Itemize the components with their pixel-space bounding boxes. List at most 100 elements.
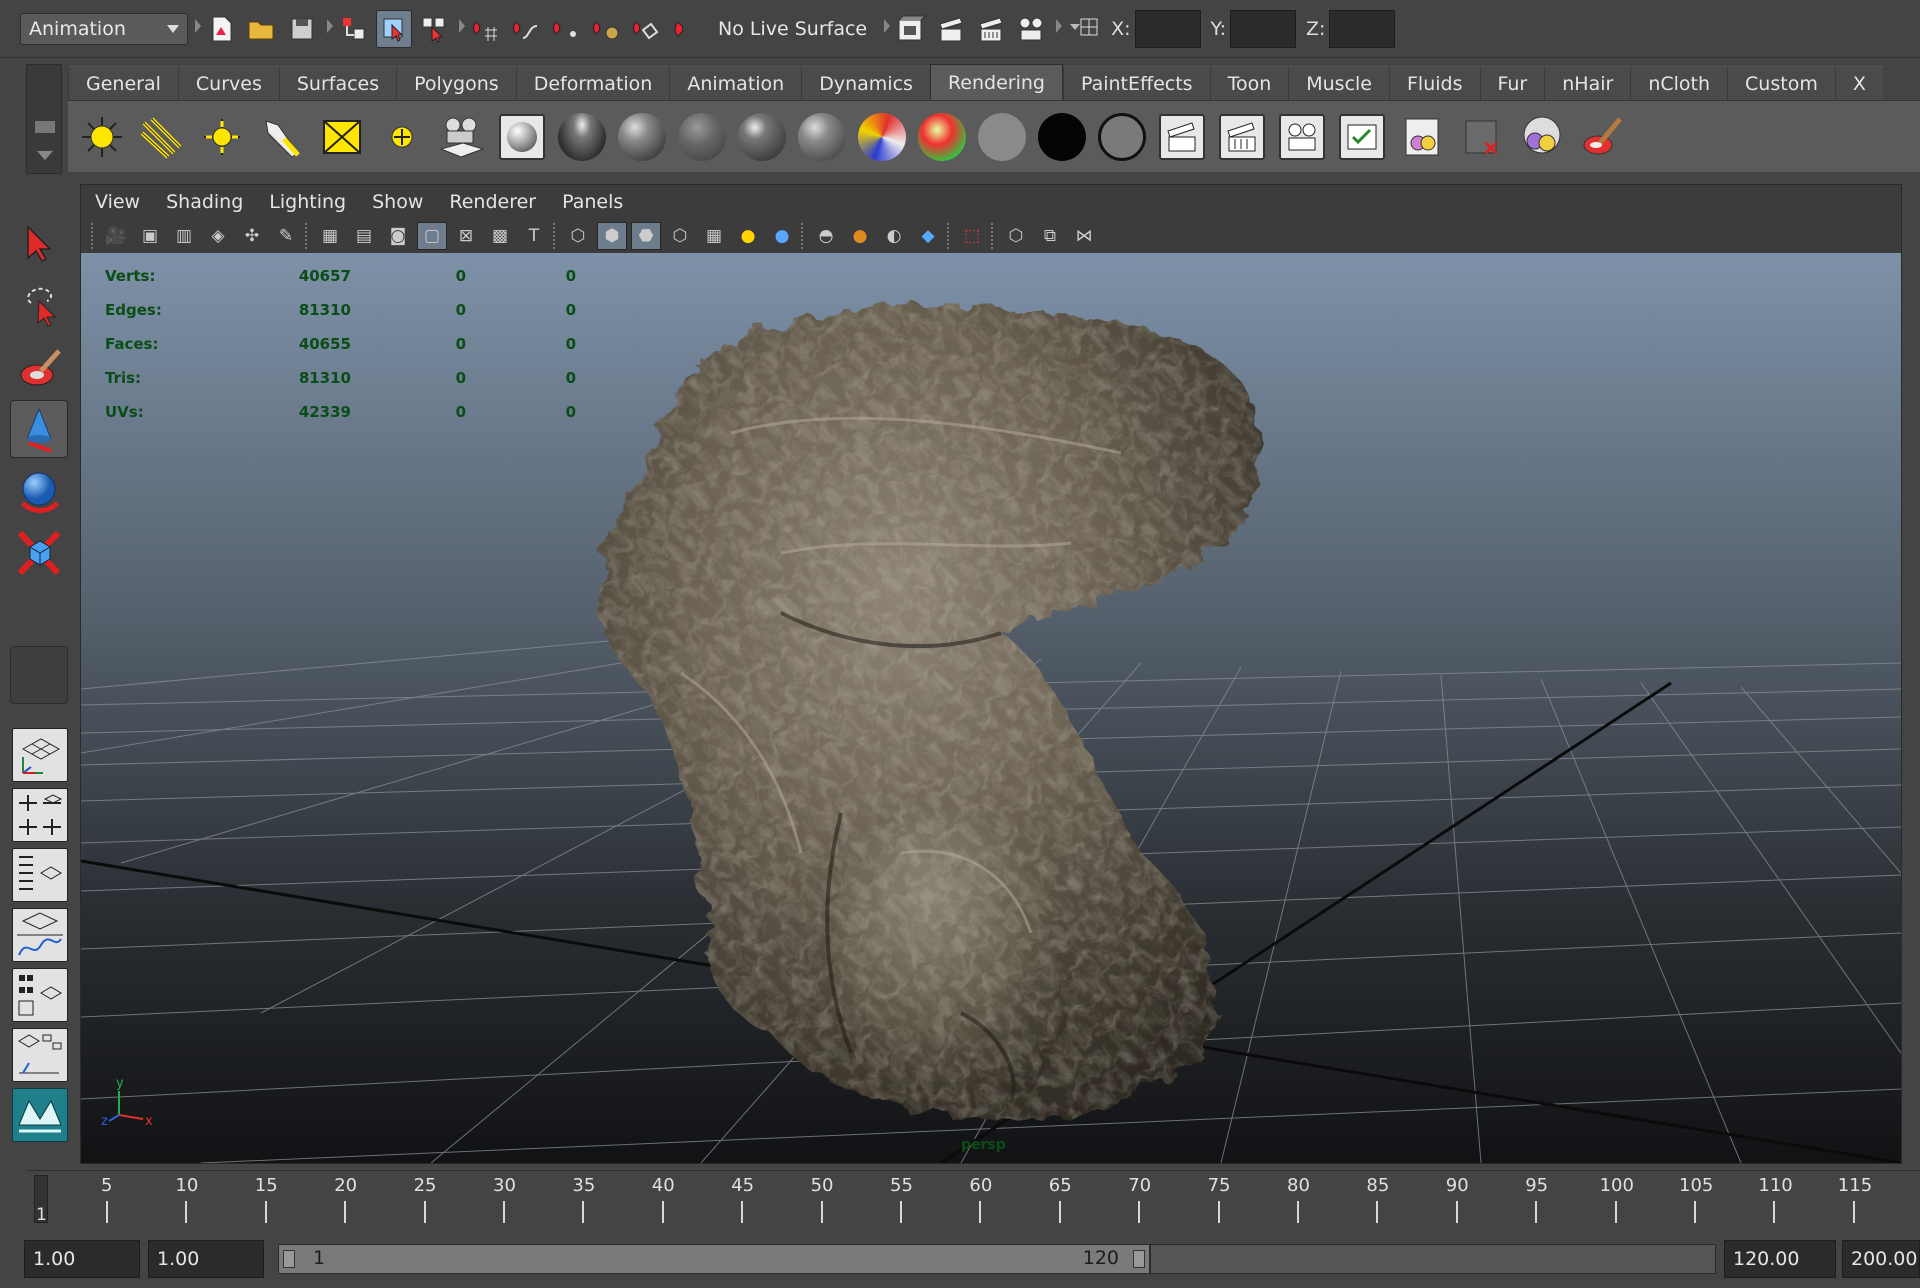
snap-to-view-plane-icon[interactable]: [588, 10, 624, 48]
snap-to-curve-icon[interactable]: [508, 10, 544, 48]
batch-render-icon[interactable]: [1274, 107, 1330, 167]
isolate-select-icon[interactable]: ⬚: [957, 222, 987, 250]
gate-mask-icon[interactable]: ▢: [417, 222, 447, 250]
blinn-shader-icon[interactable]: [614, 107, 670, 167]
time-slider[interactable]: 1 5 10 15 20 25 30 35 40 45 50 55 60 65 70 75 80 85 90 95 1…: [26, 1170, 1920, 1226]
input-line-mode-icon[interactable]: [1065, 10, 1101, 48]
use-all-lights-icon[interactable]: ●: [767, 222, 797, 250]
z-input[interactable]: [1329, 9, 1396, 48]
ambient-light-icon[interactable]: [74, 107, 130, 167]
break-light-links-icon[interactable]: [1454, 107, 1510, 167]
render-settings-icon[interactable]: [1013, 10, 1049, 48]
tab-deformation[interactable]: Deformation: [515, 66, 670, 100]
render-history-icon[interactable]: [893, 10, 929, 48]
ipr-render-icon[interactable]: [973, 10, 1009, 48]
move-tool[interactable]: [10, 400, 68, 458]
ambient-occlusion-icon[interactable]: ◐: [879, 222, 909, 250]
collapse-toggle[interactable]: [456, 9, 465, 49]
shading-map-icon[interactable]: [1094, 107, 1150, 167]
use-default-light-icon[interactable]: ●: [733, 222, 763, 250]
textured-icon[interactable]: ▦: [699, 222, 729, 250]
light-linking-icon[interactable]: [1394, 107, 1450, 167]
menu-renderer[interactable]: Renderer: [449, 191, 536, 213]
save-scene-icon[interactable]: [284, 10, 320, 48]
snap-to-point-icon[interactable]: [548, 10, 584, 48]
tab-animation[interactable]: Animation: [669, 66, 802, 100]
xray-icon[interactable]: ⬡: [665, 222, 695, 250]
layered-shader-icon[interactable]: [854, 107, 910, 167]
phong-e-shader-icon[interactable]: [794, 107, 850, 167]
tab-toon[interactable]: Toon: [1209, 66, 1289, 100]
last-tool-used[interactable]: [10, 646, 68, 704]
tab-rendering[interactable]: Rendering: [929, 64, 1063, 100]
select-tool[interactable]: [10, 214, 68, 272]
menu-shading[interactable]: Shading: [166, 191, 243, 213]
rotate-tool[interactable]: [10, 462, 68, 520]
surface-shader-icon[interactable]: [974, 107, 1030, 167]
select-by-object-icon[interactable]: [376, 9, 412, 48]
select-by-component-icon[interactable]: [416, 10, 452, 48]
anti-alias-icon[interactable]: ◆: [913, 222, 943, 250]
collapse-toggle[interactable]: [324, 9, 333, 49]
range-slider[interactable]: 1 120: [278, 1244, 1150, 1274]
spot-light-icon[interactable]: [254, 107, 310, 167]
layout-graph-perspective-icon[interactable]: [12, 908, 68, 962]
safe-title-icon[interactable]: T: [519, 222, 549, 250]
menu-lighting[interactable]: Lighting: [269, 191, 346, 213]
tab-dynamics[interactable]: Dynamics: [801, 66, 930, 100]
paint-vertex-color-icon[interactable]: [1574, 107, 1630, 167]
new-scene-icon[interactable]: [204, 10, 240, 48]
bookmarks-icon[interactable]: ▥: [169, 222, 199, 250]
hypershade-shaders-icon[interactable]: [1514, 107, 1570, 167]
xray-active-components-icon[interactable]: ⧉: [1035, 222, 1065, 250]
range-slider-track[interactable]: [1150, 1244, 1716, 1274]
tab-fluids[interactable]: Fluids: [1389, 66, 1480, 100]
y-input[interactable]: [1230, 9, 1297, 48]
tab-x[interactable]: X: [1834, 66, 1883, 100]
animation-start-field[interactable]: 1.00: [24, 1240, 140, 1278]
use-background-shader-icon[interactable]: [1034, 107, 1090, 167]
range-start-handle[interactable]: [283, 1250, 295, 1268]
playback-start-field[interactable]: 1.00: [148, 1240, 264, 1278]
tab-curves[interactable]: Curves: [177, 66, 279, 100]
render-current-icon[interactable]: [1214, 107, 1270, 167]
select-by-hierarchy-icon[interactable]: [336, 10, 372, 48]
shelf-options[interactable]: [26, 64, 62, 174]
render-view-icon[interactable]: [1154, 107, 1210, 167]
two-d-pan-zoom-icon[interactable]: ✣: [237, 222, 267, 250]
image-plane-icon[interactable]: ◈: [203, 222, 233, 250]
layout-four-view-icon[interactable]: [12, 788, 68, 842]
x-input[interactable]: [1134, 9, 1201, 48]
tab-surfaces[interactable]: Surfaces: [278, 66, 397, 100]
range-end-handle[interactable]: [1133, 1250, 1145, 1268]
tab-muscle[interactable]: Muscle: [1288, 66, 1389, 100]
area-light-icon[interactable]: [314, 107, 370, 167]
layout-hypergraph-perspective-icon[interactable]: [12, 1028, 68, 1082]
playback-end-field[interactable]: 120.00: [1724, 1240, 1836, 1278]
tab-ncloth[interactable]: nCloth: [1630, 66, 1728, 100]
collapse-toggle[interactable]: [1053, 9, 1063, 49]
scale-tool[interactable]: [10, 524, 68, 582]
layout-hypershade-perspective-icon[interactable]: [12, 968, 68, 1022]
menu-panels[interactable]: Panels: [562, 191, 623, 213]
hypershade-icon[interactable]: [494, 107, 550, 167]
render-globals-icon[interactable]: [1334, 107, 1390, 167]
lambert-shader-icon[interactable]: [674, 107, 730, 167]
menu-set-dropdown[interactable]: Animation: [20, 12, 188, 45]
render-current-frame-icon[interactable]: [933, 10, 969, 48]
tab-general[interactable]: General: [68, 66, 178, 100]
animation-end-field[interactable]: 200.00: [1842, 1240, 1920, 1278]
shadows-icon[interactable]: ◓: [811, 222, 841, 250]
current-time-marker[interactable]: 1: [34, 1175, 48, 1224]
grid-toggle-icon[interactable]: ▦: [315, 222, 345, 250]
tab-nhair[interactable]: nHair: [1544, 66, 1631, 100]
tab-custom[interactable]: Custom: [1727, 66, 1835, 100]
phong-shader-icon[interactable]: [734, 107, 790, 167]
make-live-icon[interactable]: [628, 10, 664, 48]
select-camera-icon[interactable]: 🎥: [101, 222, 131, 250]
layout-single-perspective-icon[interactable]: [12, 728, 68, 782]
paint-select-tool[interactable]: [10, 338, 68, 396]
tab-polygons[interactable]: Polygons: [396, 66, 516, 100]
grease-pencil-icon[interactable]: ✎: [271, 222, 301, 250]
high-quality-icon[interactable]: ●: [845, 222, 875, 250]
